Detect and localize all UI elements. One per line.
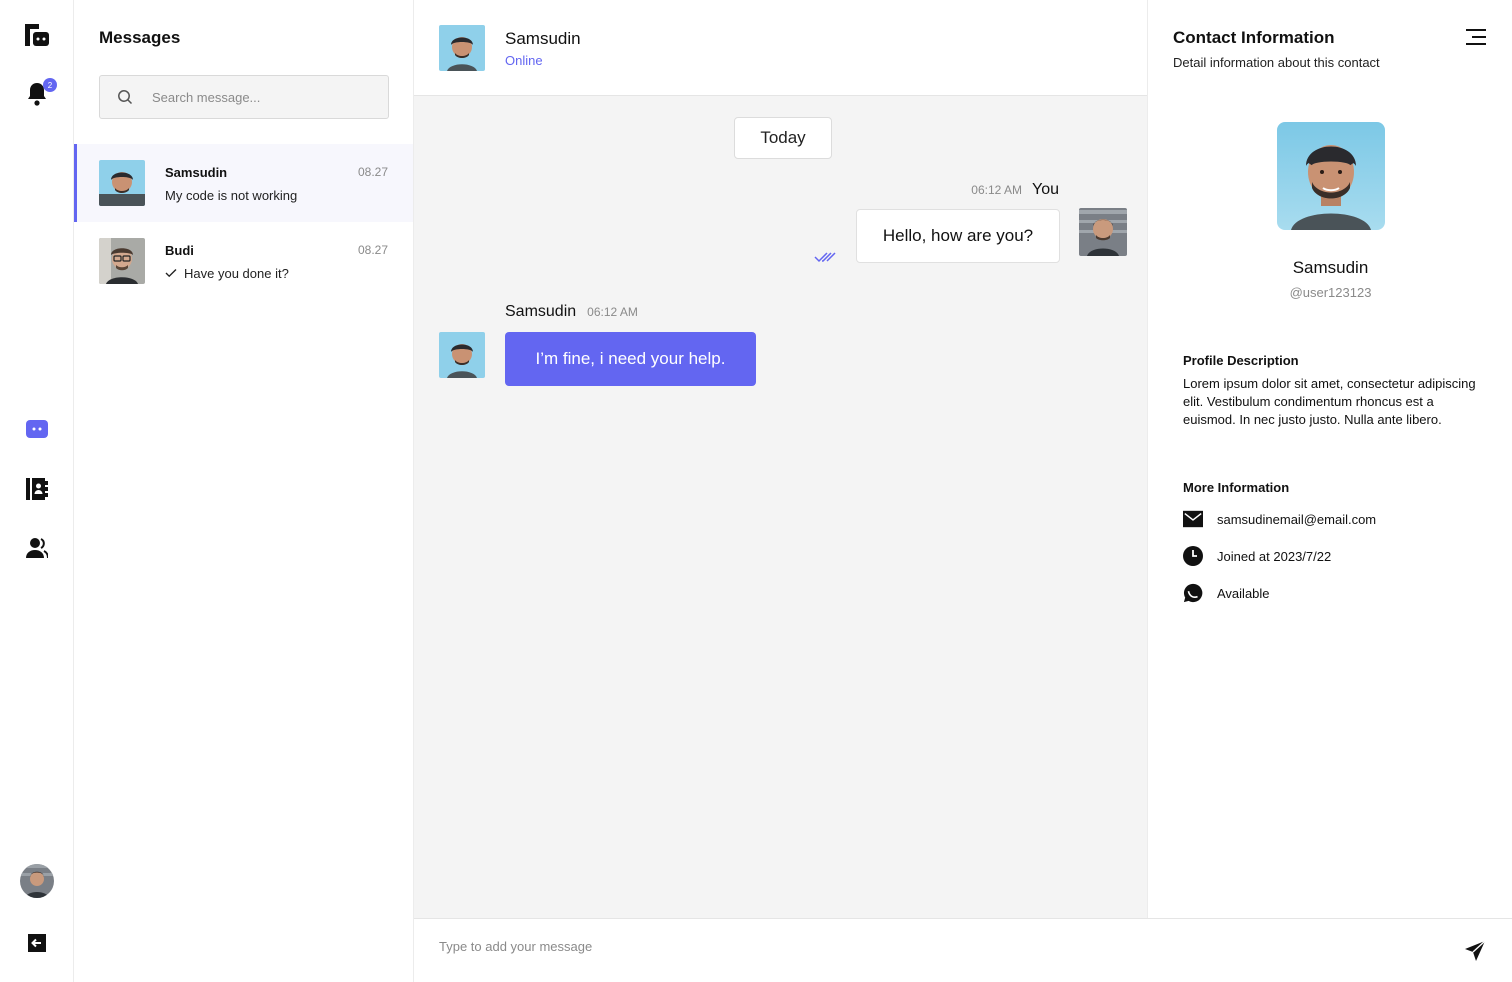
message-time: 06:12 AM: [587, 305, 638, 319]
conversation-item-budi[interactable]: Budi 08.27 Have you done it?: [74, 222, 413, 300]
logo-icon[interactable]: [25, 24, 49, 48]
message-time: 06:12 AM: [971, 183, 1022, 197]
conversation-time: 08.27: [357, 243, 388, 257]
profile-description-heading: Profile Description: [1183, 353, 1299, 368]
info-availability: Available: [1183, 583, 1270, 603]
info-email: samsudinemail@email.com: [1183, 509, 1376, 529]
date-divider: Today: [734, 117, 832, 159]
nav-rail: 2: [0, 0, 74, 982]
contact-name: Samsudin: [1292, 258, 1369, 277]
joined-value: Joined at 2023/7/22: [1217, 548, 1332, 564]
logout-icon: [28, 933, 46, 957]
message-sender: Samsudin: [505, 303, 577, 320]
conversation-preview: My code is not working: [165, 188, 297, 203]
avatar: [99, 238, 145, 284]
outgoing-message-meta: 06:12 AM You: [971, 181, 1059, 199]
contact-photo: [1277, 122, 1385, 230]
conversation-preview-text: Have you done it?: [184, 266, 289, 281]
chat-panel: Samsudin Online Today 06:12 AM You Hello…: [414, 0, 1147, 918]
message-sender: You: [1032, 181, 1059, 198]
contacts-nav-button[interactable]: [25, 477, 49, 505]
contact-info-panel: Contact Information Detail information a…: [1147, 0, 1512, 918]
messages-title: Messages: [99, 28, 181, 47]
search-box[interactable]: [99, 75, 389, 119]
notification-badge: 2: [43, 78, 57, 92]
menu-button[interactable]: [1466, 28, 1486, 46]
conversation-name: Budi: [165, 243, 194, 258]
mail-icon: [1183, 509, 1203, 529]
email-value[interactable]: samsudinemail@email.com: [1217, 512, 1376, 527]
send-icon: [1464, 940, 1486, 966]
clock-icon: [1183, 546, 1203, 566]
send-button[interactable]: [1464, 940, 1486, 962]
availability-value: Available: [1217, 585, 1270, 601]
check-icon: [165, 266, 177, 281]
users-icon: [26, 537, 49, 564]
logout-button[interactable]: [25, 933, 49, 957]
users-nav-button[interactable]: [25, 537, 49, 564]
my-avatar: [1079, 208, 1127, 256]
message-input[interactable]: [439, 939, 1419, 954]
double-check-icon: [814, 250, 836, 268]
info-joined: Joined at 2023/7/22: [1183, 546, 1331, 566]
contact-info-subtitle: Detail information about this contact: [1173, 55, 1380, 70]
outgoing-message-bubble[interactable]: Hello, how are you?: [856, 209, 1060, 263]
chat-icon: [26, 419, 48, 445]
conversation-list-panel: Messages Samsudin 08.27 My code is not w…: [74, 0, 414, 982]
incoming-message-meta: Samsudin 06:12 AM: [505, 303, 638, 321]
chat-header: Samsudin Online: [414, 0, 1147, 96]
conversation-time: 08.27: [357, 165, 388, 179]
avatar: [99, 160, 145, 206]
user-avatar[interactable]: [20, 864, 54, 898]
notifications-button[interactable]: 2: [25, 78, 57, 108]
avatar: [439, 332, 485, 378]
profile-description-text: Lorem ipsum dolor sit amet, consectetur …: [1183, 376, 1476, 427]
contact-info-title: Contact Information: [1173, 28, 1335, 47]
avatar[interactable]: [439, 25, 485, 71]
conversation-name: Samsudin: [165, 165, 228, 180]
message-composer: [414, 918, 1512, 982]
status-label: Online: [505, 53, 543, 68]
search-input[interactable]: [152, 89, 372, 105]
contacts-book-icon: [26, 477, 48, 505]
conversation-preview: Have you done it?: [165, 266, 289, 281]
chat-nav-button[interactable]: [25, 419, 49, 445]
contact-username: @user123123: [1289, 285, 1372, 300]
whatsapp-icon: [1183, 583, 1203, 603]
conversation-item-samsudin[interactable]: Samsudin 08.27 My code is not working: [74, 144, 413, 222]
search-icon: [117, 89, 133, 105]
chat-contact-name: Samsudin: [505, 29, 581, 48]
menu-icon: [1466, 29, 1486, 50]
more-information-heading: More Information: [1183, 480, 1290, 495]
conversation-preview-text: My code is not working: [165, 188, 298, 203]
incoming-message-bubble[interactable]: I’m fine, i need your help.: [505, 332, 756, 386]
